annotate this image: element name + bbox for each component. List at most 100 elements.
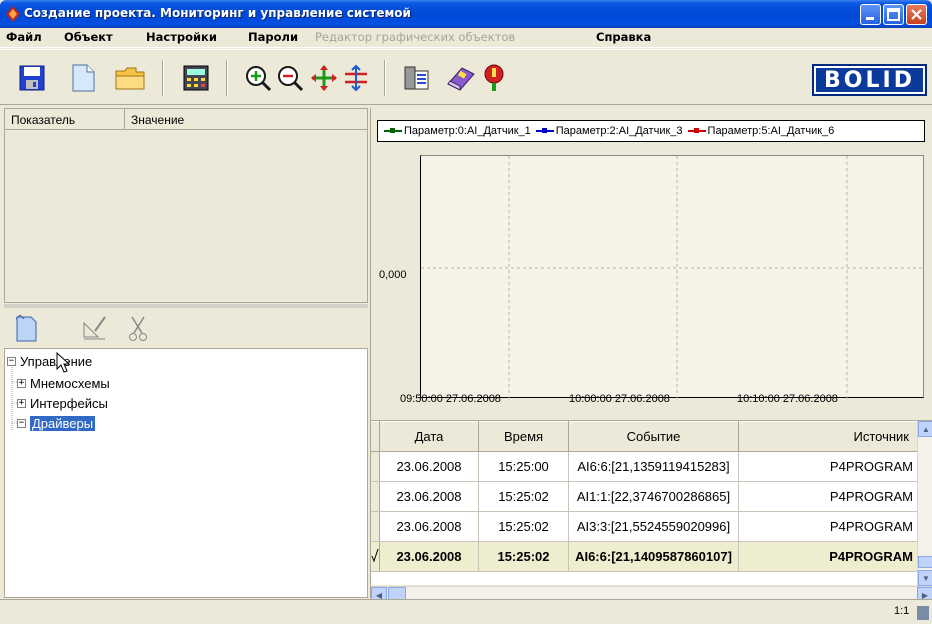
close-icon: [911, 9, 922, 20]
zoom-out-button[interactable]: [274, 62, 306, 94]
save-icon: [19, 65, 45, 91]
column-header-value[interactable]: Значение: [125, 109, 367, 130]
settings-list-button[interactable]: [400, 62, 432, 94]
add-node-button[interactable]: [10, 311, 42, 345]
notebook-button[interactable]: [444, 62, 476, 94]
cell-source: P4PROGRAM: [738, 541, 918, 572]
table-row[interactable]: 23.06.2008 15:25:02 AI3:3:[21,5524559020…: [371, 511, 918, 542]
column-header-time[interactable]: Время: [478, 421, 569, 452]
zoom-in-button[interactable]: [242, 62, 274, 94]
info-marker-icon: [484, 64, 504, 91]
legend-swatch: [384, 127, 402, 135]
mouse-cursor-icon: [56, 352, 71, 373]
edit-node-button[interactable]: [78, 311, 110, 345]
table-row[interactable]: 23.06.2008 15:25:02 AI1:1:[22,3746700286…: [371, 481, 918, 512]
calculator-button[interactable]: [180, 62, 212, 94]
toolbar-separator: [384, 60, 386, 96]
cell-time: 15:25:02: [478, 511, 569, 542]
menu-settings[interactable]: Настройки: [146, 30, 217, 44]
new-page-icon: [15, 314, 37, 342]
scissors-icon: [129, 316, 147, 341]
cell-date: 23.06.2008: [379, 481, 479, 512]
table-row-selected[interactable]: 23.06.2008 15:25:02 AI6:6:[21,1409587860…: [371, 541, 918, 572]
cell-event: AI1:1:[22,3746700286865]: [568, 481, 739, 512]
menu-help[interactable]: Справка: [596, 30, 651, 44]
scroll-down-arrow-icon[interactable]: ▼: [918, 570, 932, 586]
bolid-logo: BOLID: [812, 64, 927, 96]
indicators-panel: Показатель Значение: [4, 108, 368, 303]
events-table: Дата Время Событие Источник 23.06.2008 1…: [371, 420, 932, 586]
table-header-row: Дата Время Событие Источник: [371, 421, 918, 452]
resize-button[interactable]: [340, 62, 372, 94]
tree-node-root[interactable]: − Управление: [7, 352, 92, 370]
scroll-thumb[interactable]: [918, 556, 932, 568]
logo-text: BOLID: [816, 68, 923, 93]
menu-graphic-editor: Редактор графических объектов: [315, 30, 516, 44]
table-row[interactable]: 23.06.2008 15:25:00 AI6:6:[21,1359119415…: [371, 451, 918, 482]
chart-legend: Параметр:0:AI_Датчик_1 Параметр:2:AI_Дат…: [377, 120, 925, 142]
menu-bar: Файл Объект Настройки Пароли Редактор гр…: [0, 28, 932, 48]
window-title: Создание проекта. Мониторинг и управлени…: [24, 6, 411, 20]
toolbar-separator: [162, 60, 164, 96]
expand-icon[interactable]: +: [17, 398, 26, 408]
cell-time: 15:25:02: [478, 541, 569, 572]
chart-plot-area[interactable]: [420, 155, 925, 399]
tree-node-drivers[interactable]: − Драйверы: [17, 414, 96, 432]
cell-event: AI6:6:[21,1359119415283]: [568, 451, 739, 482]
cell-event: AI3:3:[21,5524559020996]: [568, 511, 739, 542]
minimize-button[interactable]: [860, 4, 881, 25]
column-header-date[interactable]: Дата: [379, 421, 479, 452]
minimize-icon: [866, 17, 874, 20]
x-tick-label: 10:10:00 27.06.2008: [737, 393, 838, 405]
check-icon: [371, 548, 379, 563]
tree-node-mnemoschemes[interactable]: + Мнемосхемы: [17, 374, 110, 392]
menu-passwords[interactable]: Пароли: [248, 30, 298, 44]
collapse-icon[interactable]: −: [7, 356, 16, 366]
resize-icon: [345, 64, 367, 92]
menu-object[interactable]: Объект: [64, 30, 113, 44]
menu-file[interactable]: Файл: [6, 30, 42, 44]
maximize-icon: [887, 8, 900, 21]
row-indicator: [371, 451, 380, 482]
title-bar[interactable]: Создание проекта. Мониторинг и управлени…: [0, 0, 932, 28]
legend-item[interactable]: Параметр:5:AI_Датчик_6: [687, 125, 835, 137]
cell-date: 23.06.2008: [379, 451, 479, 482]
legend-swatch: [687, 127, 706, 135]
scroll-up-arrow-icon[interactable]: ▲: [918, 421, 932, 437]
chart-grid: [421, 156, 925, 399]
zoom-out-icon: [278, 66, 304, 92]
legend-label: Параметр:5:AI_Датчик_6: [707, 125, 835, 137]
tree-label-mnemoschemes: Мнемосхемы: [30, 375, 110, 391]
collapse-icon[interactable]: −: [17, 418, 26, 428]
legend-item[interactable]: Параметр:2:AI_Датчик_3: [535, 125, 683, 137]
column-header-event[interactable]: Событие: [568, 421, 739, 452]
right-panel: Параметр:0:AI_Датчик_1 Параметр:2:AI_Дат…: [370, 108, 932, 603]
close-button[interactable]: [906, 4, 927, 25]
save-button[interactable]: [16, 62, 48, 94]
status-bar: 1:1: [0, 599, 932, 624]
open-folder-button[interactable]: [114, 62, 146, 94]
tree-node-interfaces[interactable]: + Интерфейсы: [17, 394, 108, 412]
expand-icon[interactable]: +: [17, 378, 26, 388]
settings-list-icon: [404, 66, 429, 90]
tree-label-interfaces: Интерфейсы: [30, 395, 108, 411]
tree-toolbar: [4, 308, 368, 348]
resize-grip-icon[interactable]: [917, 606, 929, 620]
new-document-button[interactable]: [67, 62, 99, 94]
move-button[interactable]: [308, 62, 340, 94]
legend-item[interactable]: Параметр:0:AI_Датчик_1: [384, 125, 531, 137]
app-window: Создание проекта. Мониторинг и управлени…: [0, 0, 932, 624]
y-tick-label: 0,000: [379, 269, 407, 281]
legend-label: Параметр:0:AI_Датчик_1: [404, 125, 531, 137]
cell-source: P4PROGRAM: [738, 511, 918, 542]
cut-node-button[interactable]: [122, 311, 154, 345]
calculator-icon: [183, 65, 209, 91]
table-vertical-scrollbar[interactable]: ▲ ▼: [917, 421, 932, 586]
legend-swatch: [535, 127, 554, 135]
column-header-source[interactable]: Источник: [738, 421, 918, 452]
cell-source: P4PROGRAM: [738, 451, 918, 482]
info-marker-button[interactable]: [478, 62, 510, 94]
maximize-button[interactable]: [883, 4, 904, 25]
column-header-indicator[interactable]: Показатель: [5, 109, 125, 130]
toolbar-separator: [226, 60, 228, 96]
